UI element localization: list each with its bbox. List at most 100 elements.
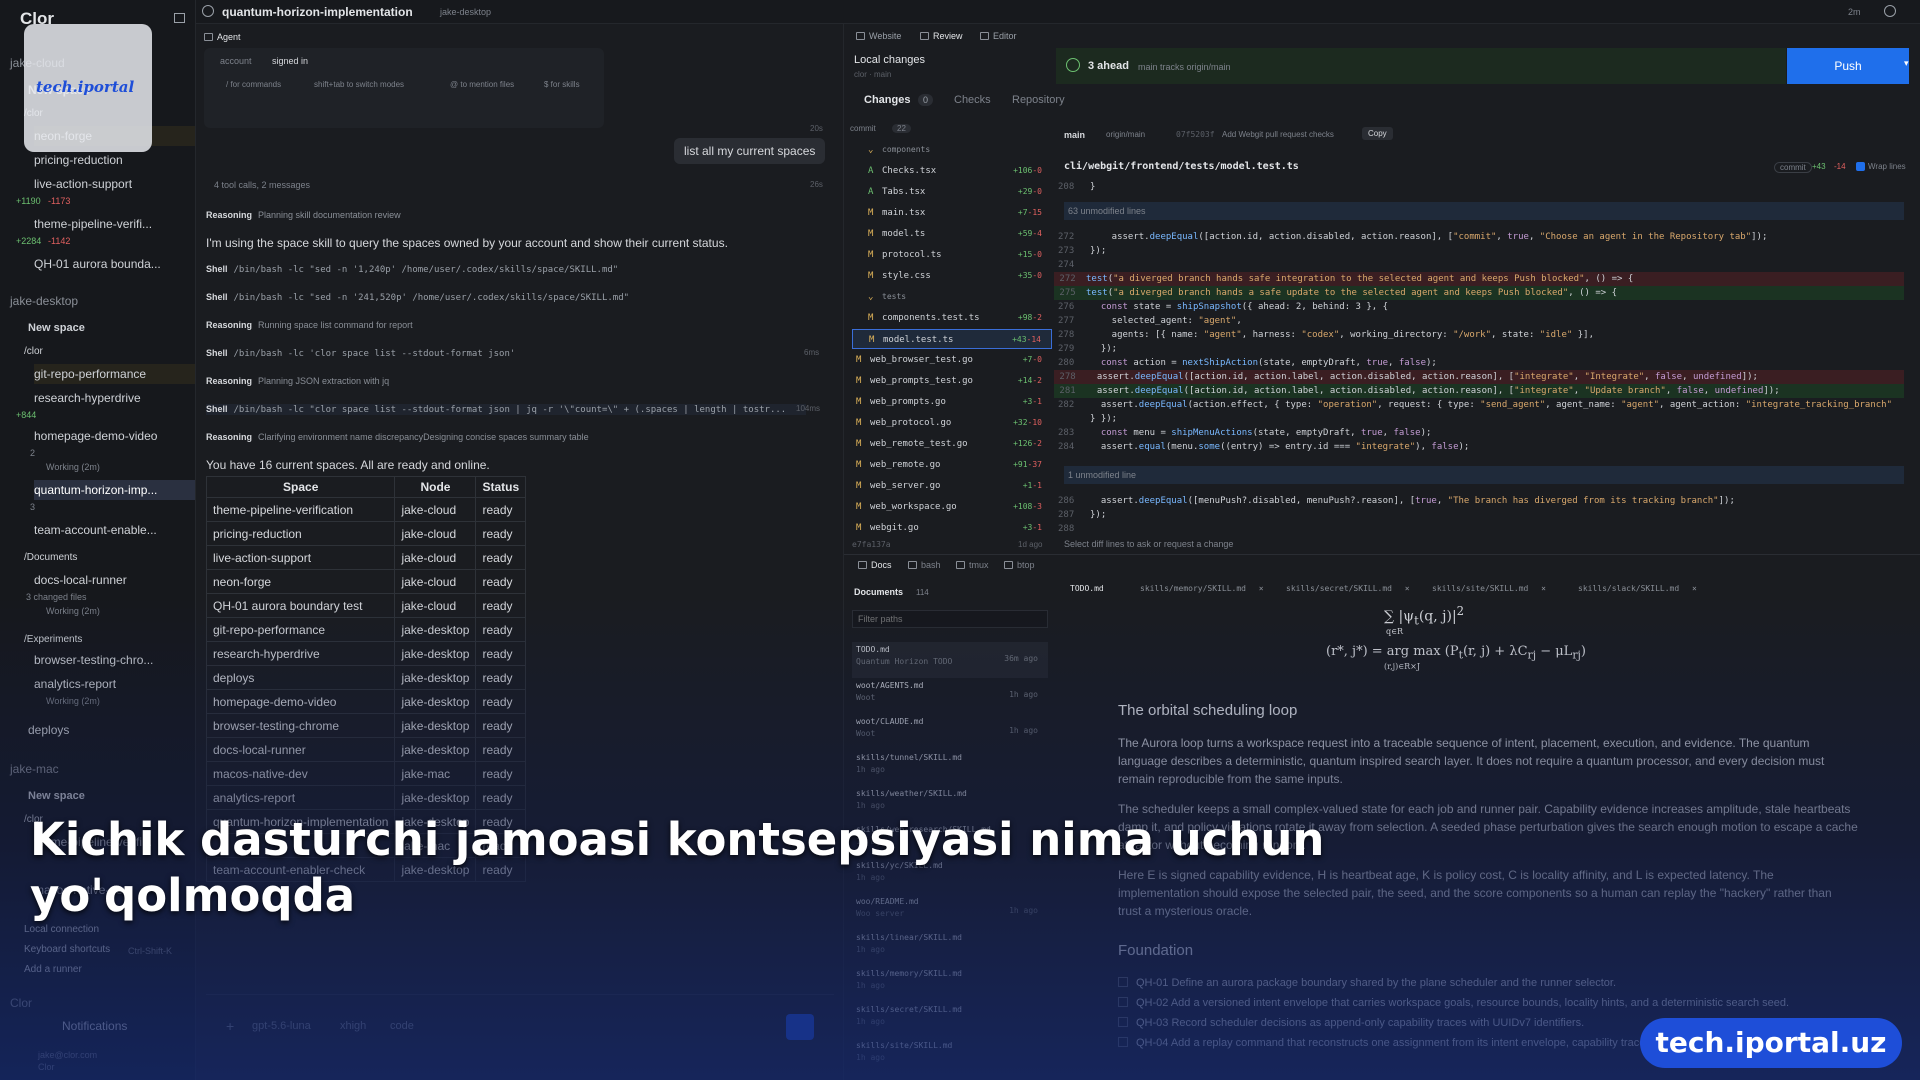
file-item[interactable]: Mweb_remote_test.go +126-2 [852,434,1052,454]
sidebar-item-analytics[interactable]: analytics-report [34,674,195,694]
subtab-repository[interactable]: Repository [1012,94,1065,106]
host-header-clor[interactable]: Clor [10,996,32,1010]
subtab-changes[interactable]: Changes [864,94,910,106]
checkbox[interactable] [1118,1037,1128,1047]
document-item[interactable]: skills/secret/SKILL.md 1h ago [852,1002,1048,1038]
file-item[interactable]: Mprotocol.ts +15-0 [852,245,1052,265]
file-item[interactable]: Mstyle.css +35-0 [852,266,1052,286]
send-button[interactable] [786,1014,814,1040]
log-shell: Shell/bin/bash -lc 'clor space list --st… [206,348,515,359]
document-item[interactable]: skills/linear/SKILL.md 1h ago [852,930,1048,966]
checkbox[interactable] [1118,997,1128,1007]
tool-summary[interactable]: 4 tool calls, 2 messages [214,180,310,190]
editor-tab[interactable]: skills/slack/SKILL.md × [1578,584,1697,593]
sidebar-item-research[interactable]: research-hyperdrive [34,388,195,408]
sidebar-item-docs-runner[interactable]: docs-local-runner [34,570,195,590]
user-email[interactable]: jake@clor.com [38,1050,97,1060]
document-item[interactable]: woot/CLAUDE.md Woot 1h ago [852,714,1048,750]
diff-line-removed[interactable]: 272 test("a diverged branch hands safe in… [1054,272,1904,286]
commit-filter[interactable]: commit [850,124,876,133]
close-icon[interactable]: × [1405,584,1410,593]
file-item[interactable]: Mcomponents.test.ts +98-2 [852,308,1052,328]
model-select[interactable]: gpt-5.6-luna [252,1020,311,1032]
file-item[interactable]: Mweb_remote.go +91-37 [852,455,1052,475]
file-item[interactable]: Mweb_prompts_test.go +14-2 [852,371,1052,391]
unmodified-fold[interactable] [1064,466,1904,484]
close-icon[interactable]: × [1259,584,1264,593]
todo-item[interactable]: QH-02 Add a versioned intent envelope th… [1118,994,1858,1012]
file-item[interactable]: Mweb_prompts.go +3-1 [852,392,1052,412]
sidebar-item-live-action-support[interactable]: live-action-support [34,174,195,194]
file-item[interactable]: Mmodel.ts +59-4 [852,224,1052,244]
mode-select[interactable]: code [390,1020,414,1032]
new-space-button[interactable]: New space [28,318,195,338]
host-header-mac[interactable]: jake-mac [10,762,59,776]
wrap-checkbox[interactable] [1856,162,1865,171]
editor-tab[interactable]: skills/secret/SKILL.md × [1286,584,1410,593]
settings-icon[interactable] [1884,5,1896,17]
file-item[interactable]: A Tabs.tsx +29-0 [852,182,1052,202]
new-space-button[interactable]: New space [28,786,195,806]
sidebar-item-pricing-reduction[interactable]: pricing-reduction [34,150,195,170]
unmodified-fold[interactable] [1064,202,1904,220]
folder-item[interactable]: ⌄ tests [852,287,1052,307]
sidebar-item-team-account[interactable]: team-account-enable... [34,520,195,540]
notifications-link[interactable]: Notifications [62,1016,195,1036]
sidebar-item-deploys[interactable]: deploys [28,720,195,740]
document-item[interactable]: skills/memory/SKILL.md 1h ago [852,966,1048,1002]
file-item[interactable]: Mweb_workspace.go +108-3 [852,497,1052,517]
todo-item[interactable]: QH-01 Define an aurora package boundary … [1118,974,1858,992]
tab-review[interactable]: Review [920,31,963,41]
editor-tab[interactable]: skills/memory/SKILL.md × [1140,584,1264,593]
sidebar-item-qh01[interactable]: QH-01 aurora bounda... [34,254,195,274]
file-status: M [868,229,874,239]
document-item[interactable]: woot/AGENTS.md Woot 1h ago [852,678,1048,714]
sidebar-item-git-repo[interactable]: git-repo-performance [34,364,195,384]
tab-website[interactable]: Website [856,31,901,41]
checkbox[interactable] [1118,1017,1128,1027]
copy-button[interactable]: Copy [1362,127,1393,140]
checkbox[interactable] [1118,977,1128,987]
file-item[interactable]: Mmain.tsx +7-15 [852,203,1052,223]
host-header-desktop[interactable]: jake-desktop [10,294,78,308]
folder-item[interactable]: ⌄ components [852,140,1052,160]
tab-btop[interactable]: btop [1004,560,1035,570]
file-item[interactable]: Mwebgit.go +3-1 [852,518,1052,538]
sidebar-item-homepage[interactable]: homepage-demo-video [34,426,195,446]
filter-paths-input[interactable] [852,610,1048,628]
keyboard-shortcuts-link[interactable]: Keyboard shortcuts [24,940,134,960]
tab-bash[interactable]: bash [908,560,941,570]
close-icon[interactable]: × [1541,584,1546,593]
add-attachment-icon[interactable]: + [226,1018,234,1034]
close-icon[interactable]: × [1692,584,1697,593]
documents-count: 114 [916,588,929,597]
file-item[interactable]: Mweb_browser_test.go +7-0 [852,350,1052,370]
file-item[interactable]: Mweb_server.go +1-1 [852,476,1052,496]
file-item[interactable]: A Checks.tsx +106-0 [852,161,1052,181]
diff-line-added[interactable]: 275 test("a diverged branch hands a safe … [1054,286,1904,300]
file-item[interactable]: Mweb_protocol.go +32-10 [852,413,1052,433]
document-item[interactable]: skills/tunnel/SKILL.md 1h ago [852,750,1048,786]
add-runner-link[interactable]: Add a runner [24,960,195,980]
file-item[interactable]: Mmodel.test.ts +43-14 [852,329,1052,349]
user-sub: Clor [38,1062,55,1072]
editor-tab[interactable]: skills/site/SKILL.md × [1432,584,1546,593]
diff-line-removed[interactable]: 278 assert.deepEqual([action.id, action.… [1054,370,1904,384]
push-menu-chevron-icon[interactable]: ▾ [1904,58,1909,69]
effort-select[interactable]: xhigh [340,1020,366,1032]
tab-editor[interactable]: Editor [980,31,1017,41]
document-item[interactable]: TODO.md Quantum Horizon TODO 36m ago [852,642,1048,678]
tab-tmux[interactable]: tmux [956,560,989,570]
document-item[interactable]: skills/site/SKILL.md 1h ago [852,1038,1048,1074]
subtab-checks[interactable]: Checks [954,94,991,106]
sidebar-item-quantum-horizon[interactable]: quantum-horizon-imp... [34,480,195,500]
document-sub: 1h ago [856,765,885,774]
tab-docs[interactable]: Docs [858,560,892,570]
editor-tab[interactable]: TODO.md [1070,584,1104,593]
push-button[interactable]: Push [1787,48,1909,84]
diff-line-added[interactable]: 281 assert.deepEqual([action.id, action.… [1054,384,1904,398]
sidebar-toggle-icon[interactable] [174,13,185,23]
sidebar-item-theme-pipeline[interactable]: theme-pipeline-verifi... [34,214,195,234]
agent-tab[interactable]: Agent [204,32,241,42]
sidebar-item-browser-testing[interactable]: browser-testing-chro... [34,650,195,670]
